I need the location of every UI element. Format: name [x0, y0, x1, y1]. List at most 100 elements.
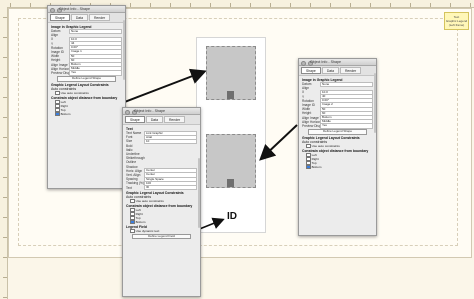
- scrollbar[interactable]: [374, 73, 376, 133]
- ruler-tick: [3, 97, 7, 98]
- scrollbar[interactable]: [198, 158, 200, 228]
- panel-titlebar[interactable]: Object Info - Shape: [123, 108, 200, 115]
- checkbox-box[interactable]: [130, 198, 135, 204]
- ruler-tick: [3, 117, 7, 118]
- checkbox-box[interactable]: [306, 143, 311, 149]
- panel-title: Object Info - Shape: [134, 109, 165, 113]
- ruler-tick: [3, 77, 7, 78]
- checkbox-label: Use auto constraints: [60, 90, 89, 95]
- ruler-tick: [130, 3, 131, 7]
- ruler-tick: [310, 3, 311, 7]
- field-row: Text ID: [126, 184, 197, 191]
- checkbox-label: Use dynamic text: [135, 228, 160, 233]
- ruler-tick: [410, 3, 411, 7]
- scrollbar[interactable]: [123, 20, 125, 80]
- boundary-checkbox-bottom[interactable]: Bottom: [126, 219, 197, 225]
- object-info-panel-right[interactable]: Object Info - Shape Shape Data Render Im…: [298, 58, 377, 236]
- id-text-label[interactable]: ID: [227, 211, 237, 222]
- ruler-tick: [230, 3, 231, 7]
- boundary-checkbox-bottom[interactable]: Bottom: [302, 164, 373, 170]
- ruler-tick: [3, 297, 7, 298]
- ruler-tick: [290, 3, 291, 7]
- ruler-tick: [3, 37, 7, 38]
- close-icon[interactable]: [50, 7, 55, 13]
- ruler-tick: [3, 237, 7, 238]
- field-input[interactable]: None: [320, 81, 373, 87]
- ruler-tick: [3, 277, 7, 278]
- use-auto-constraints-checkbox[interactable]: Use auto constraints: [126, 198, 197, 204]
- use-auto-constraints-checkbox[interactable]: Use auto constraints: [51, 90, 122, 96]
- define-legend-button[interactable]: Define Legend Shape: [308, 129, 367, 135]
- checkbox-label: Bottom: [60, 111, 71, 116]
- panel-title: Object Info - Shape: [310, 60, 341, 64]
- checkbox-label: Use auto constraints: [135, 198, 164, 203]
- image-anchor-handle[interactable]: [227, 91, 234, 99]
- ruler-tick: [330, 3, 331, 7]
- object-info-panel-left[interactable]: Object Info - Shape Shape Data Render Im…: [47, 5, 126, 189]
- ruler-tick: [370, 3, 371, 7]
- ruler-tick: [150, 3, 151, 7]
- ruler-tick: [350, 3, 351, 7]
- tab-shape[interactable]: Shape: [301, 67, 321, 74]
- field-input[interactable]: 10: [144, 138, 197, 145]
- checkbox-box[interactable]: [130, 219, 135, 225]
- ruler-tick: [190, 3, 191, 7]
- field-label: Preview Display: [302, 123, 325, 128]
- checkbox-box[interactable]: [130, 228, 135, 234]
- close-icon[interactable]: [125, 109, 130, 115]
- tab-shape[interactable]: Shape: [125, 116, 145, 123]
- panel-titlebar[interactable]: Object Info - Shape: [48, 6, 125, 13]
- boundary-checkbox-bottom[interactable]: Bottom: [51, 111, 122, 117]
- image-placeholder-bottom[interactable]: [206, 134, 256, 188]
- vertical-ruler: [0, 7, 8, 299]
- field-row: Preview Display Yes: [51, 70, 122, 76]
- graphic-legend-frame[interactable]: [196, 37, 266, 233]
- ruler-tick: [10, 3, 11, 7]
- tab-data[interactable]: Data: [70, 14, 88, 21]
- ruler-tick: [3, 197, 7, 198]
- ruler-tick: [430, 3, 431, 7]
- ruler-tick: [250, 3, 251, 7]
- tab-data[interactable]: Data: [321, 67, 339, 74]
- ruler-tick: [3, 217, 7, 218]
- dynamic-text-checkbox[interactable]: Use dynamic text: [126, 228, 197, 234]
- close-icon[interactable]: [301, 60, 306, 66]
- object-info-panel-middle[interactable]: Object Info - Shape Shape Data Render Te…: [122, 107, 201, 297]
- ruler-tick: [210, 3, 211, 7]
- ruler-tick: [270, 3, 271, 7]
- graphic-legend-sample[interactable]: Text Graphic Legend (Left frame): [444, 12, 469, 30]
- ruler-tick: [3, 177, 7, 178]
- field-input[interactable]: ID: [144, 184, 197, 191]
- ruler-tick: [3, 257, 7, 258]
- tab-render[interactable]: Render: [163, 116, 186, 123]
- field-input[interactable]: Yes: [69, 70, 122, 76]
- checkbox-box[interactable]: [306, 164, 311, 170]
- checkbox-label: Bottom: [311, 164, 322, 169]
- ruler-tick: [30, 3, 31, 7]
- legend-line-3: (Left frame): [448, 23, 465, 27]
- ruler-tick: [3, 17, 7, 18]
- image-anchor-handle[interactable]: [227, 179, 234, 187]
- field-label: Preview Display: [51, 70, 74, 75]
- tab-data[interactable]: Data: [145, 116, 163, 123]
- tab-shape[interactable]: Shape: [50, 14, 70, 21]
- ruler-tick: [3, 57, 7, 58]
- field-input[interactable]: None: [69, 28, 122, 34]
- checkbox-label: Use auto constraints: [311, 143, 340, 148]
- image-placeholder-top[interactable]: [206, 46, 256, 100]
- field-row: Preview Display Yes: [302, 123, 373, 129]
- ruler-tick: [390, 3, 391, 7]
- ruler-tick: [450, 3, 451, 7]
- ruler-tick: [3, 157, 7, 158]
- panel-titlebar[interactable]: Object Info - Shape: [299, 59, 376, 66]
- field-input[interactable]: Yes: [320, 123, 373, 129]
- ruler-tick: [470, 3, 471, 7]
- tab-render[interactable]: Render: [339, 67, 362, 74]
- define-legend-button[interactable]: Define Legend Shape: [57, 76, 116, 82]
- checkbox-box[interactable]: [55, 90, 60, 96]
- checkbox-box[interactable]: [55, 111, 60, 117]
- define-legend-field-button[interactable]: Define Legend Field: [132, 233, 191, 240]
- ruler-tick: [3, 137, 7, 138]
- tab-render[interactable]: Render: [88, 14, 111, 21]
- use-auto-constraints-checkbox[interactable]: Use auto constraints: [302, 143, 373, 149]
